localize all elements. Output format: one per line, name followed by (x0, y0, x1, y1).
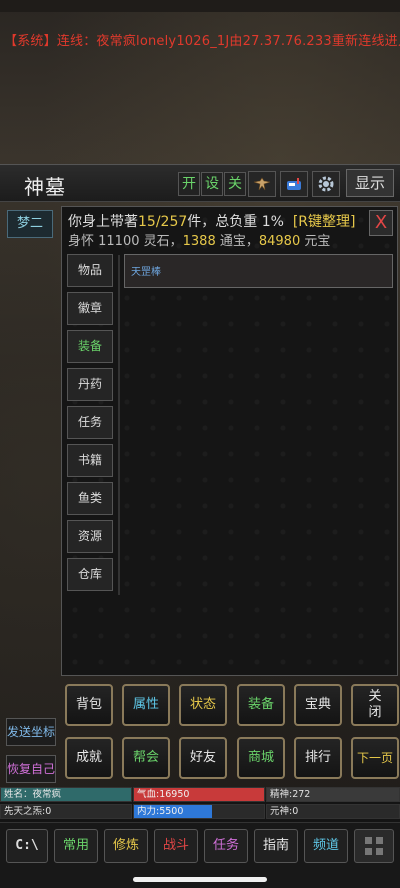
next-page-button[interactable]: 下一页 (351, 737, 399, 779)
show-button[interactable]: 显示 (346, 169, 394, 197)
common-button[interactable]: 常用 (54, 829, 98, 863)
shop-button[interactable]: 商城 (237, 737, 285, 779)
qixue-stat: 气血:16950 (133, 787, 265, 802)
restore-self-label: 恢复自己 (7, 762, 56, 776)
shop-label: 商城 (247, 750, 274, 765)
carry-mid: 件，总负重 1% (187, 214, 284, 230)
treasure-book-button[interactable]: 宝典 (294, 684, 342, 726)
equipment-label: 装备 (247, 697, 274, 712)
category-equipment[interactable]: 装备 (67, 330, 113, 363)
cultivate-button[interactable]: 修炼 (104, 829, 148, 863)
inventory-panel: 你身上带著15/257件，总负重 1% [R键整理] 身怀 11100 灵石，1… (61, 206, 398, 676)
left-tab-mengyi[interactable]: 梦二 (7, 210, 53, 238)
sort-key-link[interactable]: [R键整理] (293, 214, 356, 230)
settings-button[interactable] (312, 171, 340, 197)
toggle-close[interactable]: 关 (224, 172, 246, 196)
backpack-label: 背包 (75, 697, 102, 712)
yuanshen-stat: 元神:0 (266, 804, 400, 819)
category-badges[interactable]: 徽章 (67, 292, 113, 325)
console-label: C:\ (15, 838, 39, 853)
battle-label: 战斗 (162, 838, 189, 853)
toggle-open[interactable]: 开 (178, 172, 200, 196)
ranking-label: 排行 (304, 750, 331, 765)
bottom-nav-bar: C:\ 常用 修炼 战斗 任务 指南 频道 (0, 822, 400, 888)
common-label: 常用 (62, 838, 89, 853)
money-prefix: 身怀 11100 灵石， (68, 234, 183, 249)
money-mid: 通宝， (215, 234, 259, 249)
send-coordinates-label: 发送坐标 (7, 725, 56, 739)
guide-button[interactable]: 指南 (254, 829, 298, 863)
guild-label: 帮会 (132, 750, 159, 765)
extra-menu-button[interactable] (354, 829, 394, 863)
title-bar: 神墓 开 设 关 显示 (0, 164, 400, 202)
home-indicator[interactable] (133, 877, 267, 882)
category-fish[interactable]: 鱼类 (67, 482, 113, 515)
category-pills[interactable]: 丹药 (67, 368, 113, 401)
guide-label: 指南 (262, 838, 289, 853)
treasure-book-label: 宝典 (304, 697, 331, 712)
item-entry[interactable]: 天罡棒 (131, 263, 161, 278)
eagle-icon (253, 177, 271, 191)
system-text: 连线：夜常疯lonely1026_1J由27.37.76.233重新连线进入。 (56, 34, 400, 49)
stats-panel: 姓名：夜常疯 气血:16950 精神:272 先天之炁:0 内力:5500 元神… (0, 787, 400, 821)
money-line: 身怀 11100 灵石，1388 通宝，84980 元宝 (68, 230, 330, 249)
category-quests[interactable]: 任务 (67, 406, 113, 439)
friends-label: 好友 (189, 750, 216, 765)
attributes-button[interactable]: 属性 (122, 684, 170, 726)
battle-button[interactable]: 战斗 (154, 829, 198, 863)
console-button[interactable]: C:\ (6, 829, 48, 863)
attributes-label: 属性 (132, 697, 159, 712)
category-warehouse[interactable]: 仓库 (67, 558, 113, 591)
friends-button[interactable]: 好友 (179, 737, 227, 779)
close-panel-button[interactable]: X (369, 210, 393, 236)
equipment-button[interactable]: 装备 (237, 684, 285, 726)
ranking-button[interactable]: 排行 (294, 737, 342, 779)
name-stat: 姓名：夜常疯 (0, 787, 132, 802)
achievements-label: 成就 (75, 750, 102, 765)
mail-button[interactable] (280, 171, 308, 197)
gear-icon (318, 176, 334, 192)
guild-button[interactable]: 帮会 (122, 737, 170, 779)
category-items[interactable]: 物品 (67, 254, 113, 287)
category-resources[interactable]: 资源 (67, 520, 113, 553)
backpack-button[interactable]: 背包 (65, 684, 113, 726)
carry-line: 你身上带著15/257件，总负重 1% [R键整理] (68, 211, 356, 231)
grid-icon (365, 837, 383, 855)
carry-count: 15/257 (138, 214, 188, 230)
system-message: 【系统】连线：夜常疯lonely1026_1J由27.37.76.233重新连线… (4, 30, 400, 49)
toggle-settings[interactable]: 设 (201, 172, 223, 196)
jingshen-stat: 精神:272 (266, 787, 400, 802)
category-scrollbar[interactable] (118, 255, 120, 595)
channel-button[interactable]: 频道 (304, 829, 348, 863)
send-coordinates-button[interactable]: 发送坐标 (6, 718, 56, 746)
money-yuanbao: 84980 (258, 234, 301, 249)
close-label: 关闭 (368, 689, 382, 720)
restore-self-button[interactable]: 恢复自己 (6, 755, 56, 783)
item-list: 天罡棒 (124, 254, 393, 288)
system-prefix: 【系统】 (4, 34, 57, 49)
neili-stat: 内力:5500 (133, 804, 265, 819)
close-button[interactable]: 关闭 (351, 684, 399, 726)
achievements-button[interactable]: 成就 (65, 737, 113, 779)
quest-label: 任务 (212, 838, 239, 853)
neili-label: 内力:5500 (137, 806, 184, 817)
money-tongbao: 1388 (182, 234, 216, 249)
status-button[interactable]: 状态 (179, 684, 227, 726)
money-suffix: 元宝 (300, 234, 331, 249)
channel-label: 频道 (312, 838, 339, 853)
status-label: 状态 (189, 697, 216, 712)
quest-button[interactable]: 任务 (204, 829, 248, 863)
action-button-grid: 背包 属性 状态 装备 宝典 关闭 成就 帮会 好友 商城 排行 下一页 (61, 680, 399, 784)
category-books[interactable]: 书籍 (67, 444, 113, 477)
eagle-button[interactable] (248, 171, 276, 197)
cultivate-label: 修炼 (112, 838, 139, 853)
next-page-label: 下一页 (356, 751, 393, 765)
carry-prefix: 你身上带著 (68, 214, 138, 230)
xiantian-stat: 先天之炁:0 (0, 804, 132, 819)
mailbox-icon (287, 178, 301, 190)
status-bar (0, 0, 400, 12)
location-title: 神墓 (24, 175, 66, 199)
